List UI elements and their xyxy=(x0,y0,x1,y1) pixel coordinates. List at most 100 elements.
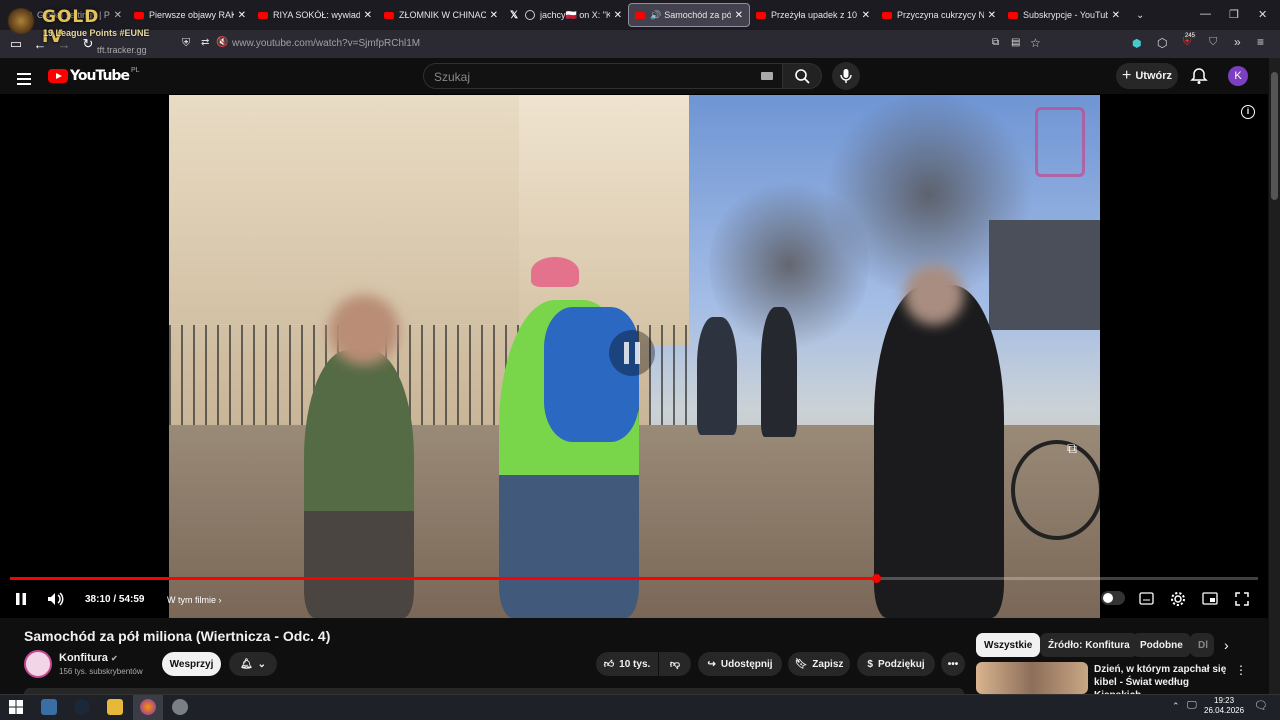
tab-close-icon[interactable]: ✕ xyxy=(614,10,622,21)
tab-subskrypcje[interactable]: Subskrypcje - YouTube ✕ xyxy=(1002,3,1126,27)
products-icon[interactable]: ⧉ xyxy=(1067,440,1077,457)
channel-watermark[interactable] xyxy=(1035,107,1085,177)
voice-search-button[interactable] xyxy=(832,62,860,90)
speaker-icon[interactable]: 🔊 xyxy=(650,10,661,21)
create-button[interactable]: + Utwórz xyxy=(1116,63,1178,89)
tab-close-icon[interactable]: ✕ xyxy=(490,10,498,21)
menu-hamburger-icon[interactable] xyxy=(17,70,31,88)
permissions-icon[interactable]: ⇄ xyxy=(201,37,209,48)
list-tabs-chevron-icon[interactable]: ⌄ xyxy=(1136,10,1144,21)
app-icon[interactable] xyxy=(172,699,188,715)
tab-przyczyna-cukrzycy[interactable]: Przyczyna cukrzycy NR1. ✕ xyxy=(876,3,1002,27)
channel-avatar[interactable] xyxy=(24,650,52,678)
shield-icon[interactable]: ⛉ xyxy=(1209,36,1217,49)
time-display: 38:10 / 54:59 xyxy=(85,594,145,605)
tray-chevron-icon[interactable]: ⌃ xyxy=(1172,701,1180,712)
reader-view-icon[interactable]: ▤ xyxy=(1011,37,1020,48)
reload-icon[interactable]: ↻ xyxy=(76,36,100,52)
back-arrow-icon[interactable]: ← xyxy=(28,37,52,52)
tab-close-icon[interactable]: ✕ xyxy=(364,10,372,21)
notifications-button[interactable] xyxy=(1190,67,1208,85)
share-button[interactable]: ↪ Udostępnij xyxy=(698,652,782,676)
chapter-button[interactable]: W tym filmie › xyxy=(167,595,222,605)
thanks-button[interactable]: $ Podziękuj xyxy=(857,652,935,676)
scrubber-handle[interactable] xyxy=(872,574,881,583)
volume-icon[interactable] xyxy=(47,592,65,606)
mute-site-icon[interactable]: 🔇 xyxy=(216,37,228,48)
scrollbar-thumb[interactable] xyxy=(1271,72,1278,200)
chip-all[interactable]: Wszystkie xyxy=(976,633,1041,657)
subtitles-icon[interactable] xyxy=(1139,592,1154,605)
recommendation-thumbnail[interactable] xyxy=(976,662,1088,694)
chip-next-chevron-icon[interactable]: › xyxy=(1224,637,1229,653)
bookmark-star-icon[interactable]: ☆ xyxy=(1030,36,1041,50)
tab-zlomnik[interactable]: ZŁOMNIK W CHINACH # ✕ xyxy=(378,3,504,27)
overflow-chevron-icon[interactable]: » xyxy=(1234,35,1241,49)
tab-title: jachcy🇵🇱 on X: "Króti xyxy=(540,9,610,20)
share-label: Udostępnij xyxy=(720,658,773,670)
video-title: Samochód za pół miliona (Wiertnicza - Od… xyxy=(24,628,331,644)
site-info-icon[interactable]: ⛨ xyxy=(182,37,190,50)
more-vertical-icon[interactable]: ⋮ xyxy=(1235,663,1247,677)
keyboard-icon[interactable] xyxy=(761,72,773,80)
tab-close-icon[interactable]: ✕ xyxy=(238,10,246,21)
video-frame[interactable] xyxy=(169,95,1100,618)
settings-gear-icon[interactable] xyxy=(1170,591,1186,607)
support-button[interactable]: Wesprzyj xyxy=(162,652,221,676)
minimize-icon[interactable]: — xyxy=(1200,8,1211,20)
tab-pierwsze-objawy[interactable]: Pierwsze objawy RAKA P ✕ xyxy=(128,3,252,27)
sound-circle-icon xyxy=(525,10,535,20)
channel-name[interactable]: Konfitura ✔ xyxy=(59,652,118,664)
tab-close-icon[interactable]: ✕ xyxy=(1112,10,1120,21)
subscription-bell-button[interactable]: 🔔︎ ⌄ xyxy=(229,652,277,676)
sidebar-toggle-icon[interactable]: ▭ xyxy=(4,36,28,52)
url-bar[interactable]: www.youtube.com/watch?v=SjmfpRChl1M xyxy=(232,38,420,49)
search-input[interactable]: Szukaj xyxy=(423,63,783,89)
youtube-icon xyxy=(258,11,268,19)
more-actions-button[interactable]: ••• xyxy=(941,652,965,676)
tab-samochod-active[interactable]: 🔊Samochód za pół mi ✕ xyxy=(628,3,750,27)
firefox-icon[interactable] xyxy=(140,699,156,715)
tab-close-icon[interactable]: ✕ xyxy=(114,10,122,21)
pip-icon[interactable]: ⧉ xyxy=(992,37,999,48)
chip-from-channel[interactable]: Źródło: Konfitura xyxy=(1040,633,1138,657)
restore-icon[interactable]: ❐ xyxy=(1229,8,1239,21)
tab-przezyla-upadek[interactable]: Przeżyła upadek z 10 000 ✕ xyxy=(750,3,876,27)
tab-jachcy-x[interactable]: 𝕏jachcy🇵🇱 on X: "Króti ✕ xyxy=(504,3,628,27)
tab-close-icon[interactable]: ✕ xyxy=(862,10,870,21)
network-icon[interactable]: 🖵 xyxy=(1187,700,1197,711)
tab-riya-sokol[interactable]: RIYA SOKÓŁ: wywiad, pie ✕ xyxy=(252,3,378,27)
miniplayer-icon[interactable] xyxy=(1202,592,1218,605)
notification-center-icon[interactable]: 🗨 xyxy=(1254,699,1268,712)
forward-arrow-icon[interactable]: → xyxy=(52,37,76,52)
youtube-icon xyxy=(882,11,892,19)
system-clock[interactable]: 19:23 26.04.2026 xyxy=(1204,696,1244,716)
extension-shield-icon[interactable]: ⬢ xyxy=(1132,37,1142,50)
account-avatar[interactable]: K xyxy=(1228,66,1248,86)
search-button[interactable] xyxy=(782,63,822,89)
chip-truncated[interactable]: Dl xyxy=(1190,633,1214,657)
window-close-icon[interactable]: ✕ xyxy=(1258,8,1267,21)
chip-related[interactable]: Podobne xyxy=(1132,633,1191,657)
chapter-label: W tym filmie xyxy=(167,595,216,605)
tab-favicon xyxy=(22,11,32,19)
autoplay-toggle[interactable] xyxy=(1101,591,1125,605)
search-icon xyxy=(795,69,810,84)
steam-icon[interactable] xyxy=(74,699,90,715)
tab-close-icon[interactable]: ✕ xyxy=(735,10,743,21)
app-menu-icon[interactable]: ≡ xyxy=(1257,35,1264,49)
info-icon[interactable]: i xyxy=(1241,105,1255,119)
tab-global-settings[interactable]: Global settings | Ple ✕ xyxy=(16,3,128,27)
extensions-icon[interactable]: ⬡ xyxy=(1157,36,1167,50)
dislike-button[interactable]: 👎︎ xyxy=(659,652,691,676)
pause-icon[interactable] xyxy=(14,592,28,606)
youtube-logo[interactable]: YouTube PL xyxy=(48,67,140,84)
like-button[interactable]: 👍︎ 10 tys. xyxy=(596,652,658,676)
verified-icon: ✔ xyxy=(110,654,118,663)
save-button[interactable]: 🔖︎ Zapisz xyxy=(788,652,850,676)
file-explorer-icon[interactable] xyxy=(107,699,123,715)
windows-start-icon[interactable] xyxy=(9,700,23,714)
explorer-pc-icon[interactable] xyxy=(41,699,57,715)
tab-close-icon[interactable]: ✕ xyxy=(988,10,996,21)
fullscreen-icon[interactable] xyxy=(1235,592,1249,606)
